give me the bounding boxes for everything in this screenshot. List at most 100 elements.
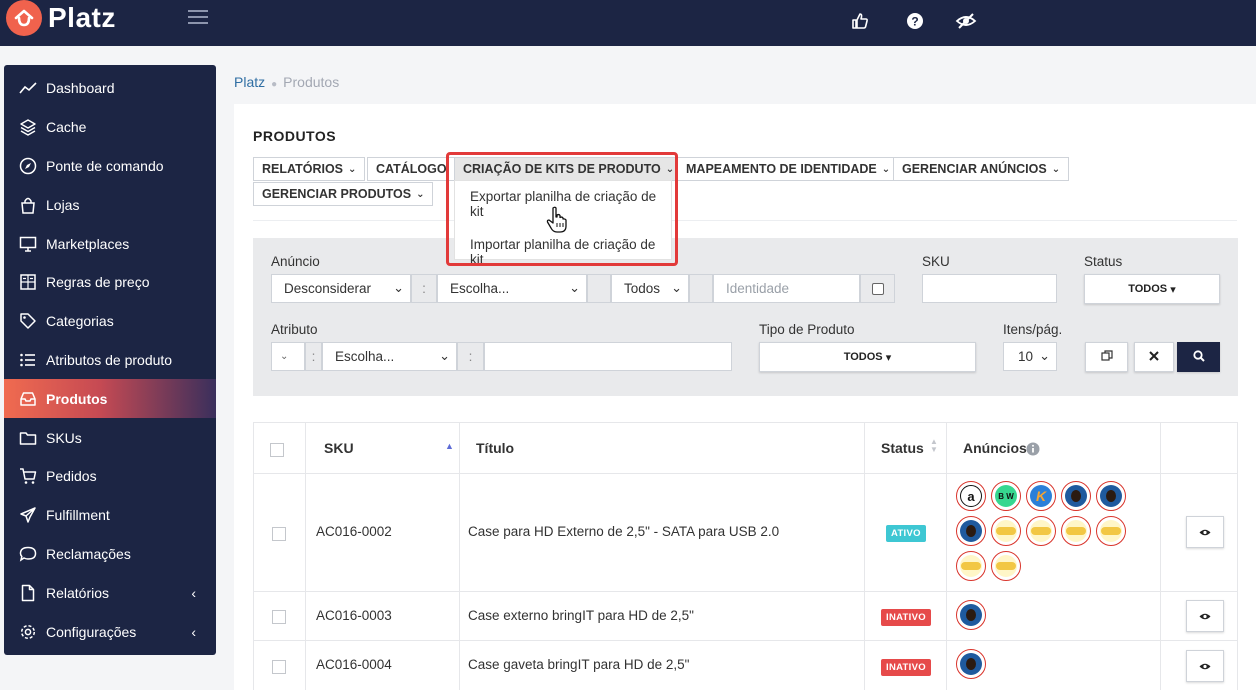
chevron-down-icon: ⌄ [1051, 163, 1061, 175]
chevron-down-icon: ⌄ [1039, 348, 1050, 363]
eye-slash-icon[interactable] [955, 10, 977, 32]
atributo-mode-select[interactable]: ⌄ [271, 342, 305, 371]
top-bar: Platz ? [0, 0, 1256, 46]
sidebar-item-categorias[interactable]: Categorias [4, 302, 216, 341]
handshake-marketplace-icon[interactable] [991, 516, 1021, 546]
avatar-marketplace-icon[interactable] [956, 516, 986, 546]
monitor-icon [18, 234, 38, 254]
catalogo-button[interactable]: CATÁLOGO [367, 157, 456, 181]
sidebar-item-label: Reclamações [46, 545, 131, 562]
sidebar-item-produtos[interactable]: Produtos [4, 379, 216, 419]
eye-icon [1199, 609, 1211, 624]
identidade-checkbox-addon [860, 274, 895, 303]
handshake-marketplace-icon[interactable] [1026, 516, 1056, 546]
identidade-checkbox[interactable] [871, 282, 884, 295]
chevron-down-icon: ⌄ [280, 351, 289, 362]
colon-addon: : [457, 342, 484, 371]
avatar-marketplace-icon[interactable] [956, 600, 986, 630]
brand-logo[interactable]: Platz [6, 0, 116, 36]
handshake-marketplace-icon[interactable] [1061, 516, 1091, 546]
clear-filters-button[interactable] [1134, 342, 1174, 372]
sidebar-item-label: Dashboard [46, 80, 115, 97]
handshake-marketplace-icon[interactable] [956, 551, 986, 581]
identidade-input[interactable]: Identidade [713, 274, 860, 303]
amazon-marketplace-icon[interactable]: a [956, 481, 986, 511]
select-all-checkbox[interactable] [270, 443, 284, 457]
bw-marketplace-icon[interactable]: B W [991, 481, 1021, 511]
k-marketplace-icon[interactable]: K [1026, 481, 1056, 511]
search-button[interactable] [1177, 342, 1220, 372]
sidebar-item-label: Fulfillment [46, 507, 110, 524]
tipo-produto-dropdown-button[interactable]: TODOS ▾ [759, 342, 976, 372]
anuncio-scope-select[interactable]: Todos ⌄ [611, 274, 689, 303]
sku-input[interactable] [922, 274, 1057, 303]
breadcrumb-separator-icon: ● [271, 79, 278, 90]
avatar-marketplace-icon[interactable] [1096, 481, 1126, 511]
sidebar-item-label: Ponte de comando [46, 157, 164, 174]
addon-blank [587, 274, 611, 303]
thumbs-up-icon[interactable] [849, 10, 871, 32]
status-badge: ATIVO [886, 525, 926, 542]
handshake-marketplace-icon[interactable] [991, 551, 1021, 581]
help-icon[interactable]: ? [904, 10, 926, 32]
sidebar-item-marketplaces[interactable]: Marketplaces [4, 224, 216, 263]
anuncio-mode-select[interactable]: Desconsiderar ⌄ [271, 274, 411, 303]
plane-icon [18, 505, 38, 525]
table-header-row: SKU ▲ Título Status ▲ ▼ Anúncios [253, 422, 1238, 474]
catalogo-label: CATÁLOGO [376, 162, 447, 176]
gear-icon [18, 622, 38, 642]
sidebar-item-reclamacoes[interactable]: Reclamações [4, 535, 216, 574]
breadcrumb-home-link[interactable]: Platz [234, 74, 265, 90]
view-product-button[interactable] [1186, 516, 1224, 548]
sort-asc-icon[interactable]: ▲ [445, 441, 454, 451]
row-checkbox[interactable] [272, 660, 286, 674]
relatorios-dropdown-button[interactable]: RELATÓRIOS ⌄ [253, 157, 366, 181]
caret-down-icon: ▾ [885, 351, 892, 364]
gerenciar-produtos-dropdown-button[interactable]: GERENCIAR PRODUTOS ⌄ [253, 182, 434, 206]
atributo-label: Atributo [271, 322, 318, 337]
status-label: Status [1084, 254, 1123, 269]
sidebar-item-pedidos[interactable]: Pedidos [4, 457, 216, 496]
handshake-marketplace-icon[interactable] [1096, 516, 1126, 546]
info-icon[interactable] [1026, 442, 1040, 459]
copy-button[interactable] [1085, 342, 1128, 372]
colon-text: : [468, 349, 473, 364]
status-dropdown-button[interactable]: TODOS ▾ [1084, 274, 1220, 304]
products-card: PRODUTOS RELATÓRIOS ⌄ CATÁLOGO CRIAÇÃO DE… [234, 104, 1256, 690]
itens-pagina-select[interactable]: 10 ⌄ [1003, 342, 1057, 371]
titulo-column-header[interactable]: Título [476, 440, 514, 456]
view-product-button[interactable] [1186, 600, 1224, 632]
atributo-choice-select[interactable]: Escolha... ⌄ [322, 342, 457, 371]
chevron-down-icon: ⌄ [348, 163, 357, 175]
sidebar-item-label: Regras de preço [46, 274, 150, 291]
compass-icon [18, 156, 38, 176]
sidebar-item-atributos-de-produto[interactable]: Atributos de produto [4, 341, 216, 380]
gerenciar-anuncios-dropdown-button[interactable]: GERENCIAR ANÚNCIOS ⌄ [893, 157, 1070, 181]
status-column-header[interactable]: Status [881, 440, 924, 456]
sidebar-item-skus[interactable]: SKUs [4, 418, 216, 457]
view-product-button[interactable] [1186, 650, 1224, 682]
sidebar-item-regras-de-preco[interactable]: Regras de preço [4, 263, 216, 302]
row-checkbox[interactable] [272, 610, 286, 624]
avatar-marketplace-icon[interactable] [1061, 481, 1091, 511]
table-row: AC016-0002 Case para HD Externo de 2,5" … [253, 474, 1238, 592]
avatar-marketplace-icon[interactable] [956, 649, 986, 679]
mapeamento-dropdown-button[interactable]: MAPEAMENTO DE IDENTIDADE ⌄ [677, 157, 900, 181]
sidebar-item-cache[interactable]: Cache [4, 108, 216, 147]
page-title: PRODUTOS [253, 128, 337, 144]
atributo-value-input[interactable] [484, 342, 732, 371]
sort-both-icon[interactable]: ▲ ▼ [930, 438, 938, 454]
sku-column-header[interactable]: SKU [324, 440, 354, 456]
row-checkbox[interactable] [272, 527, 286, 541]
chevron-down-icon: ⌄ [671, 280, 682, 295]
gerenciar-anuncios-label: GERENCIAR ANÚNCIOS [902, 162, 1047, 176]
anuncio-choice-select[interactable]: Escolha... ⌄ [437, 274, 587, 303]
menu-toggle-icon[interactable] [188, 10, 208, 28]
sidebar-item-lojas[interactable]: Lojas [4, 185, 216, 224]
sidebar-item-ponte-de-comando[interactable]: Ponte de comando [4, 147, 216, 186]
sidebar-item-configuracoes[interactable]: Configurações ‹ [4, 612, 216, 651]
row-title: Case externo bringIT para HD de 2,5" [468, 608, 694, 623]
sidebar-item-fulfillment[interactable]: Fulfillment [4, 496, 216, 535]
sidebar-item-dashboard[interactable]: Dashboard [4, 69, 216, 108]
sidebar-item-relatorios[interactable]: Relatórios ‹ [4, 573, 216, 612]
